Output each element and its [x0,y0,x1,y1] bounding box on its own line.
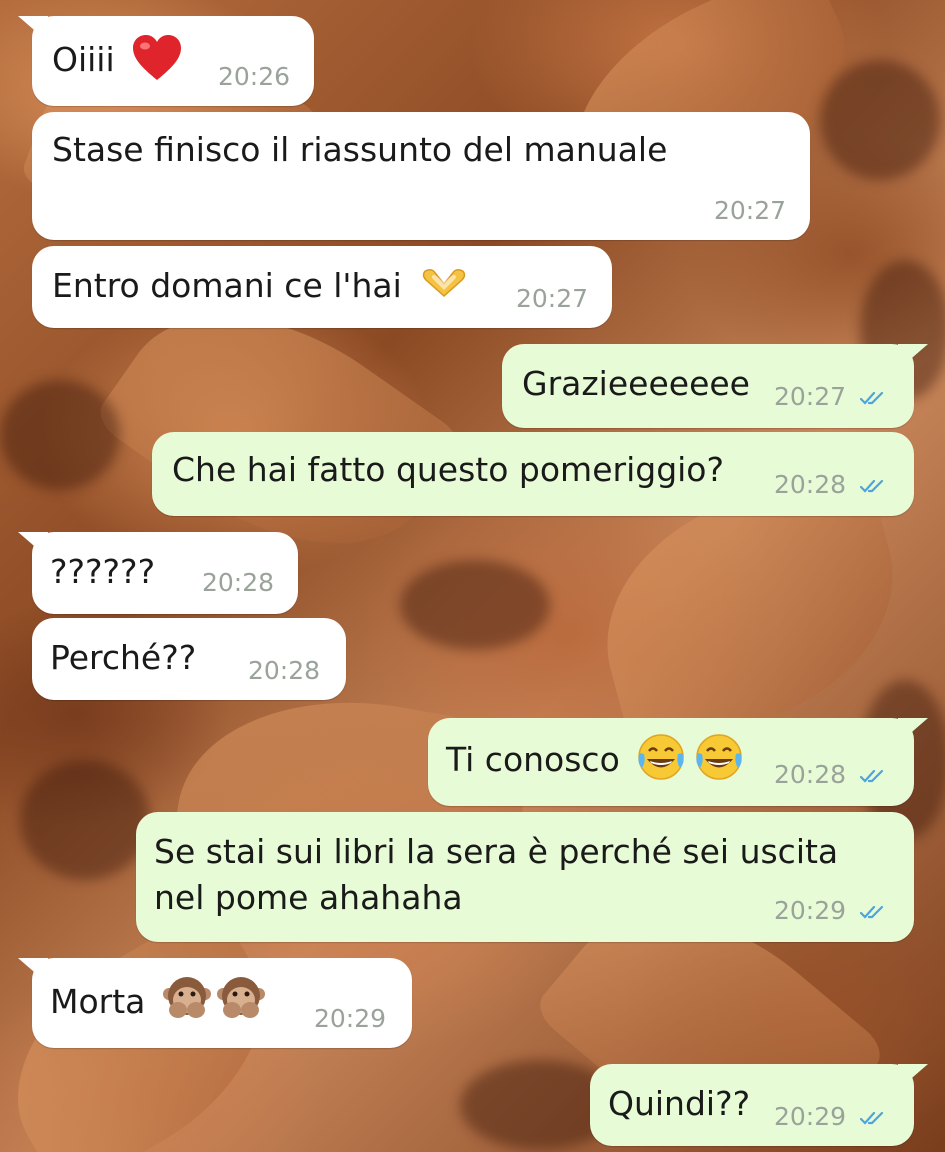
read-receipt-icon [860,769,884,783]
bubble-tail [898,718,928,744]
message-time: 20:29 [314,1004,387,1033]
outgoing-message[interactable]: Grazieeeeeee 20:27 [502,344,928,428]
message-time: 20:27 [774,382,847,411]
message-time: 20:26 [218,62,291,91]
incoming-message[interactable]: Oiiii 20:26 [18,16,314,106]
message-text: Oiiii [52,40,115,79]
message-text: Stase finisco il riassunto del manuale [52,130,668,169]
outgoing-message[interactable]: Quindi?? 20:29 [590,1064,928,1146]
incoming-message[interactable]: Perché?? 20:28 [32,618,346,700]
incoming-message[interactable]: Entro domani ce l'hai 20:27 [32,246,612,328]
incoming-message[interactable]: Stase finisco il riassunto del manuale 2… [32,112,810,240]
message-text: Morta [50,982,146,1021]
heart-emoji [133,34,182,80]
bubble-tail [18,532,48,558]
message-text-line2: nel pome ahahaha [154,878,463,917]
message-time: 20:27 [714,196,787,225]
read-receipt-icon [860,905,884,919]
message-time: 20:28 [774,470,847,499]
tears-of-joy-emoji [638,733,743,780]
message-text: Quindi?? [608,1084,751,1123]
speak-no-evil-monkey-emoji [162,976,265,1018]
bubble-tail [898,1064,928,1090]
message-time: 20:29 [774,1102,847,1131]
message-text-line1: Se stai sui libri la sera è perché sei u… [154,832,839,871]
read-receipt-icon [860,391,884,405]
outgoing-message[interactable]: Se stai sui libri la sera è perché sei u… [136,812,914,942]
message-text: Ti conosco [446,740,620,779]
message-text: Perché?? [50,638,197,677]
message-time: 20:28 [774,760,847,789]
message-text: Che hai fatto questo pomeriggio? [172,450,725,489]
message-time: 20:28 [248,656,321,685]
bubble-tail [898,344,928,370]
message-text: ?????? [50,552,156,591]
message-time: 20:27 [516,284,589,313]
message-text: Grazieeeeeee [522,364,750,403]
message-text: Entro domani ce l'hai [52,266,402,305]
outgoing-message[interactable]: Che hai fatto questo pomeriggio? 20:28 [152,432,914,516]
incoming-message[interactable]: ?????? 20:28 [18,532,298,614]
read-receipt-icon [860,1111,884,1125]
bubble-tail [18,16,48,42]
read-receipt-icon [860,479,884,493]
bubble-tail [18,958,48,984]
outgoing-message[interactable]: Ti conosco 20:28 [428,718,928,806]
incoming-message[interactable]: Morta 20:29 [18,958,412,1048]
message-time: 20:28 [202,568,275,597]
heart-hands-emoji [423,268,466,297]
message-time: 20:29 [774,896,847,925]
